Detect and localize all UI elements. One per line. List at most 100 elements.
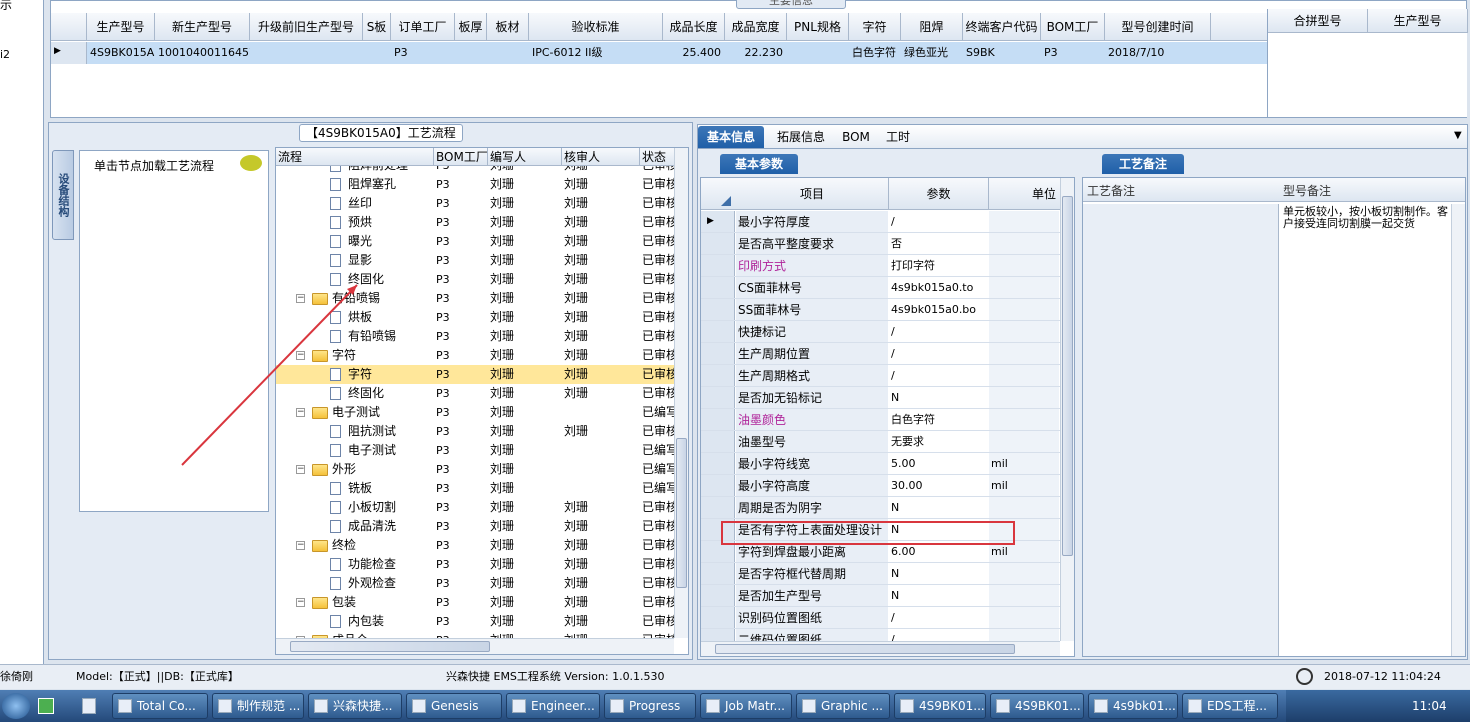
param-row[interactable]: 二维码位置图纸 / <box>701 629 1061 641</box>
param-value[interactable]: N <box>889 563 987 584</box>
param-row[interactable]: 生产周期位置 / <box>701 343 1061 365</box>
info-tab[interactable]: 基本信息 <box>698 126 764 148</box>
param-row[interactable]: ▶ 最小字符厚度 / <box>701 211 1061 233</box>
tree-node-row[interactable]: 预烘 P3 刘珊 刘珊 已审核 <box>276 213 676 232</box>
param-value[interactable]: N <box>889 497 987 518</box>
tree-hscroll[interactable] <box>276 638 674 654</box>
grid-cell[interactable]: 2018/7/10 <box>1105 43 1211 63</box>
remarks-col-model[interactable]: 型号备注 <box>1283 182 1331 199</box>
tree-node-row[interactable]: 成品清洗 P3 刘珊 刘珊 已审核 <box>276 517 676 536</box>
tree-node-row[interactable]: 显影 P3 刘珊 刘珊 已审核 <box>276 251 676 270</box>
remarks-col-process[interactable]: 工艺备注 <box>1087 182 1135 199</box>
param-value[interactable]: 否 <box>889 233 987 254</box>
param-row[interactable]: 最小字符高度 30.00 mil <box>701 475 1061 497</box>
taskbar-button[interactable]: 4s9bk01... <box>1088 693 1178 719</box>
param-row[interactable]: 最小字符线宽 5.00 mil <box>701 453 1061 475</box>
param-value[interactable]: 30.00 <box>889 475 987 496</box>
taskbar-button[interactable]: 4S9BK01... <box>894 693 986 719</box>
param-value[interactable]: N <box>889 585 987 606</box>
grid-cell[interactable]: S9BK <box>963 43 1041 63</box>
param-row[interactable]: 是否加无铅标记 N <box>701 387 1061 409</box>
equipment-structure-tab[interactable]: 设备结构 <box>52 150 74 240</box>
params-hscroll-thumb[interactable] <box>715 644 1015 654</box>
tree-col-header[interactable]: 核审人 <box>562 148 640 166</box>
grid-col-header[interactable]: 型号创建时间 <box>1105 13 1211 41</box>
grid-col-header[interactable]: S板 <box>363 13 391 41</box>
grid-cell[interactable]: 绿色亚光 <box>901 43 963 63</box>
taskbar-button[interactable]: EDS工程... <box>1182 693 1278 719</box>
params-vscroll[interactable] <box>1060 178 1074 641</box>
grid-row-selected[interactable]: 4S9BK015A0 10010400116457 P3 IPC-6012 II级 25… <box>51 42 1267 64</box>
grid-col-header[interactable]: 成品宽度 <box>725 13 787 41</box>
tree-node-row[interactable]: 阻焊前处理 P3 刘珊 刘珊 已审核 <box>276 166 676 175</box>
grid-cell[interactable]: IPC-6012 II级 <box>529 43 663 63</box>
grid-col-header[interactable]: 板材 <box>487 13 529 41</box>
param-row[interactable]: 周期是否为阴字 N <box>701 497 1061 519</box>
tree-node-row[interactable]: 内包装 P3 刘珊 刘珊 已审核 <box>276 612 676 631</box>
tree-node-row[interactable]: 小板切割 P3 刘珊 刘珊 已审核 <box>276 498 676 517</box>
grid-cell[interactable]: 白色字符 <box>849 43 901 63</box>
grid-col-header[interactable]: PNL规格 <box>787 13 849 41</box>
param-row[interactable]: 是否字符框代替周期 N <box>701 563 1061 585</box>
collapse-icon[interactable]: − <box>296 598 305 607</box>
tree-folder-row[interactable]: −成品仓P3刘珊刘珊已审核 <box>276 631 676 638</box>
tree-folder-row[interactable]: − 终检 P3 刘珊 刘珊 已审核 <box>276 536 676 555</box>
params-col-value[interactable]: 参数 <box>889 178 989 210</box>
col-merge-model[interactable]: 合拼型号 <box>1268 9 1368 33</box>
param-value[interactable]: / <box>889 321 987 342</box>
tree-col-header[interactable]: 流程 <box>276 148 434 166</box>
model-note[interactable]: 单元板较小，按小板切割制作。客户接受连同切割膜一起交货 <box>1283 206 1453 230</box>
quicklaunch-icon-a[interactable] <box>38 698 54 714</box>
grid-col-header[interactable]: BOM工厂 <box>1041 13 1105 41</box>
param-row[interactable]: 印刷方式 打印字符 <box>701 255 1061 277</box>
grid-col-header[interactable]: 成品长度 <box>663 13 725 41</box>
grid-col-header[interactable]: 升级前旧生产型号 <box>250 13 363 41</box>
remarks-tab[interactable]: 工艺备注 <box>1102 154 1184 174</box>
param-row[interactable]: 油墨颜色 白色字符 <box>701 409 1061 431</box>
param-row[interactable]: 是否加生产型号 N <box>701 585 1061 607</box>
collapse-icon[interactable]: − <box>296 541 305 550</box>
grid-col-header[interactable]: 阻焊 <box>901 13 963 41</box>
grid-cell[interactable]: P3 <box>391 43 455 63</box>
grid-col-header[interactable]: 订单工厂 <box>391 13 455 41</box>
param-value[interactable]: 无要求 <box>889 431 987 452</box>
param-row[interactable]: 油墨型号 无要求 <box>701 431 1061 453</box>
tabbar-dropdown-icon[interactable]: ▼ <box>1454 130 1462 141</box>
info-tab[interactable]: BOM <box>838 126 874 148</box>
taskbar-button[interactable]: Progress <box>604 693 696 719</box>
taskbar-button[interactable]: Total Co... <box>112 693 208 719</box>
param-row[interactable]: 快捷标记 / <box>701 321 1061 343</box>
info-tab[interactable]: 拓展信息 <box>768 126 834 148</box>
param-value[interactable]: 4s9bk015a0.to <box>889 277 987 298</box>
taskbar-button[interactable]: 制作规范 ... <box>212 693 304 719</box>
remarks-vscroll[interactable] <box>1451 204 1465 656</box>
grid-col-header[interactable]: 终端客户代码 <box>963 13 1041 41</box>
taskbar-button[interactable]: Job Matr... <box>700 693 792 719</box>
taskbar-button[interactable]: Genesis <box>406 693 502 719</box>
grid-col-header[interactable]: 板厚 <box>455 13 487 41</box>
param-row[interactable]: CS面菲林号 4s9bk015a0.to <box>701 277 1061 299</box>
taskbar-button[interactable]: Engineer... <box>506 693 600 719</box>
tree-vscroll[interactable] <box>674 148 688 638</box>
tree-col-header[interactable]: 编写人 <box>488 148 562 166</box>
main-info-tab[interactable]: 主要信息 <box>736 0 846 9</box>
grid-cell[interactable]: 10010400116457 <box>155 43 250 63</box>
taskbar-button[interactable]: 4S9BK01... <box>990 693 1084 719</box>
tree-node-row[interactable]: 铣板 P3 刘珊 已编写 <box>276 479 676 498</box>
param-value[interactable]: 打印字符 <box>889 255 987 276</box>
grid-cell[interactable]: P3 <box>1041 43 1105 63</box>
tree-col-header[interactable]: BOM工厂 <box>434 148 488 166</box>
param-value[interactable]: / <box>889 629 987 641</box>
tree-folder-row[interactable]: − 包装 P3 刘珊 刘珊 已审核 <box>276 593 676 612</box>
params-vscroll-thumb[interactable] <box>1062 196 1073 556</box>
param-value[interactable]: / <box>889 365 987 386</box>
tree-vscroll-thumb[interactable] <box>676 438 687 588</box>
grid-col-header[interactable]: 验收标准 <box>529 13 663 41</box>
param-row[interactable]: 生产周期格式 / <box>701 365 1061 387</box>
info-tab[interactable]: 工时 <box>878 126 918 148</box>
tree-node-row[interactable]: 丝印 P3 刘珊 刘珊 已审核 <box>276 194 676 213</box>
grid-col-header[interactable]: 字符 <box>849 13 901 41</box>
tree-node-row[interactable]: 功能检查 P3 刘珊 刘珊 已审核 <box>276 555 676 574</box>
param-value[interactable]: 4s9bk015a0.bo <box>889 299 987 320</box>
params-col-item[interactable]: 项目 <box>736 178 889 210</box>
